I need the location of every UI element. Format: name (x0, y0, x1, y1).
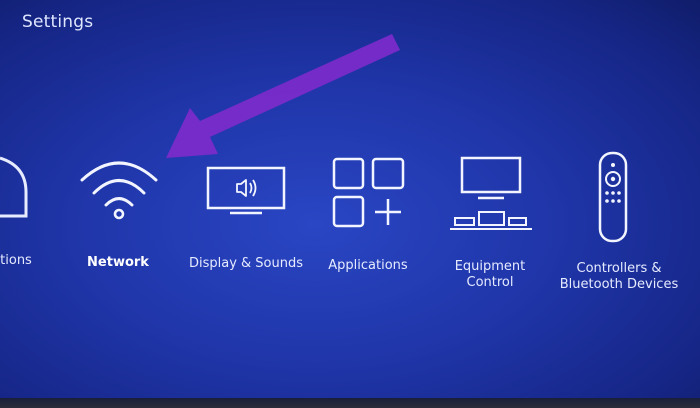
menu-item-label: Equipment Control (454, 259, 526, 290)
menu-item-label: Controllers & Bluetooth Devices (559, 261, 679, 292)
equipment-control-icon (450, 156, 532, 230)
menu-item-label: Network (87, 255, 149, 270)
screen-bezel (0, 398, 700, 408)
remote-control-icon (598, 151, 628, 243)
menu-item-label: tions (0, 253, 32, 268)
applications-grid-icon (332, 157, 405, 228)
menu-item-label: Display & Sounds (188, 256, 304, 271)
page-title: Settings (22, 12, 94, 32)
partial-arch-icon (0, 156, 28, 218)
menu-item-label: Applications (328, 258, 408, 273)
wifi-icon (80, 161, 158, 220)
display-sound-icon (206, 166, 286, 215)
